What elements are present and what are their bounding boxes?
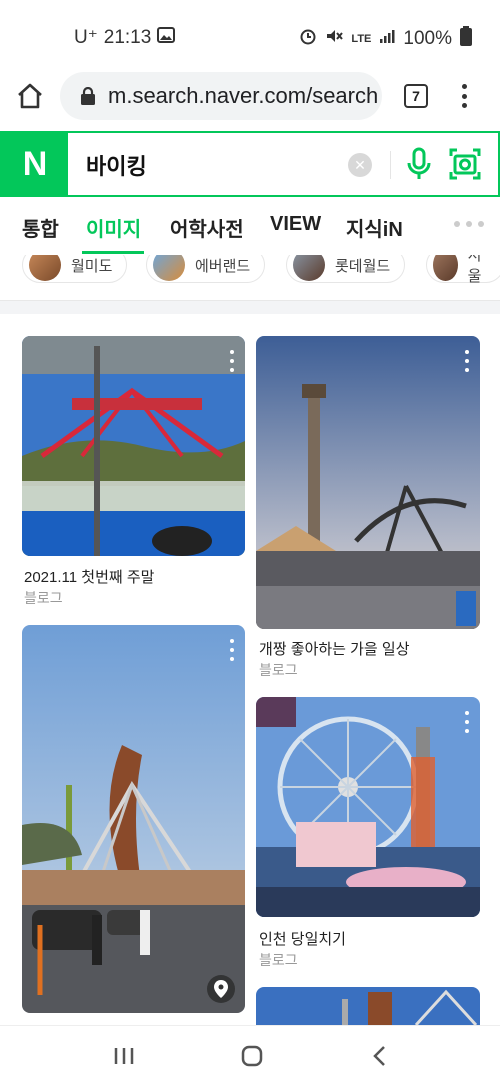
result-image-1[interactable] xyxy=(22,336,245,556)
more-options-icon[interactable] xyxy=(464,350,470,372)
result-title-4[interactable]: 인천 당일치기 xyxy=(259,928,346,949)
naver-logo[interactable]: N xyxy=(2,133,68,195)
result-image-2[interactable] xyxy=(256,336,480,629)
result-image-4[interactable] xyxy=(256,697,480,917)
back-icon[interactable] xyxy=(366,1042,394,1070)
lte-label: LTE xyxy=(351,33,372,45)
tab-kin[interactable]: 지식iN xyxy=(346,213,403,242)
tab-switcher-button[interactable]: 7 xyxy=(404,84,428,108)
gallery-icon xyxy=(157,26,176,49)
result-source-2: 블로그 xyxy=(259,662,298,678)
tab-dictionary[interactable]: 어학사전 xyxy=(170,213,244,242)
result-image-3[interactable] xyxy=(22,625,245,1013)
status-bar: U⁺ 21:13 LTE 100% xyxy=(0,0,500,72)
browser-menu-icon[interactable] xyxy=(456,84,472,108)
recent-apps-icon[interactable] xyxy=(110,1042,138,1070)
home-icon[interactable] xyxy=(14,80,46,112)
battery-icon xyxy=(460,26,472,52)
chip-seoul[interactable]: 서울 xyxy=(426,255,500,285)
more-tabs-icon[interactable] xyxy=(454,221,484,227)
result-title-2[interactable]: 개짱 좋아하는 가을 일상 xyxy=(259,638,410,659)
chip-thumbnail xyxy=(153,255,185,281)
chip-thumbnail xyxy=(433,255,458,281)
result-source-1: 블로그 xyxy=(24,590,63,606)
chip-thumbnail xyxy=(293,255,325,281)
url-text: m.search.naver.com/search xyxy=(108,83,379,108)
battery-label: 100% xyxy=(403,28,452,49)
carrier-label: U⁺ xyxy=(74,27,98,48)
more-options-icon[interactable] xyxy=(464,711,470,733)
camera-lens-icon[interactable] xyxy=(448,147,482,181)
chip-wolmido[interactable]: 월미도 xyxy=(22,255,128,283)
mute-icon xyxy=(325,27,344,51)
result-source-4: 블로그 xyxy=(259,952,298,968)
search-category-tabs: 통합 이미지 어학사전 VIEW 지식iN xyxy=(0,197,500,255)
chip-lotteworld[interactable]: 롯데월드 xyxy=(286,255,406,283)
more-options-icon[interactable] xyxy=(229,350,235,372)
chip-thumbnail xyxy=(29,255,61,281)
related-keyword-chips: 월미도 에버랜드 롯데월드 서울 xyxy=(0,255,500,289)
address-bar[interactable]: m.search.naver.com/search xyxy=(60,72,382,120)
clear-icon[interactable]: ✕ xyxy=(348,153,372,177)
clock: 21:13 xyxy=(103,26,152,48)
result-image-5[interactable] xyxy=(256,987,480,1025)
tab-images[interactable]: 이미지 xyxy=(86,213,141,242)
divider xyxy=(390,151,391,179)
microphone-icon[interactable] xyxy=(404,147,434,181)
tab-integrated[interactable]: 통합 xyxy=(22,213,59,242)
search-bar: N 바이킹 ✕ xyxy=(0,131,500,197)
home-button-icon[interactable] xyxy=(238,1042,266,1070)
lock-icon xyxy=(80,86,96,105)
chip-label: 서울 xyxy=(467,255,482,285)
system-navigation-bar xyxy=(0,1025,500,1083)
chip-label: 에버랜드 xyxy=(195,257,251,275)
result-title-1[interactable]: 2021.11 첫번째 주말 xyxy=(24,566,154,587)
chip-everland[interactable]: 에버랜드 xyxy=(146,255,266,283)
chip-label: 월미도 xyxy=(71,257,113,275)
more-options-icon[interactable] xyxy=(229,639,235,661)
browser-toolbar: m.search.naver.com/search 7 xyxy=(0,72,500,122)
signal-icon xyxy=(379,28,395,50)
chip-label: 롯데월드 xyxy=(335,257,391,275)
section-divider xyxy=(0,300,500,314)
alarm-icon xyxy=(299,27,317,51)
active-tab-indicator xyxy=(82,251,144,254)
search-input[interactable]: 바이킹 xyxy=(86,149,147,181)
tab-view[interactable]: VIEW xyxy=(270,213,321,236)
location-pin-icon[interactable] xyxy=(207,975,235,1003)
